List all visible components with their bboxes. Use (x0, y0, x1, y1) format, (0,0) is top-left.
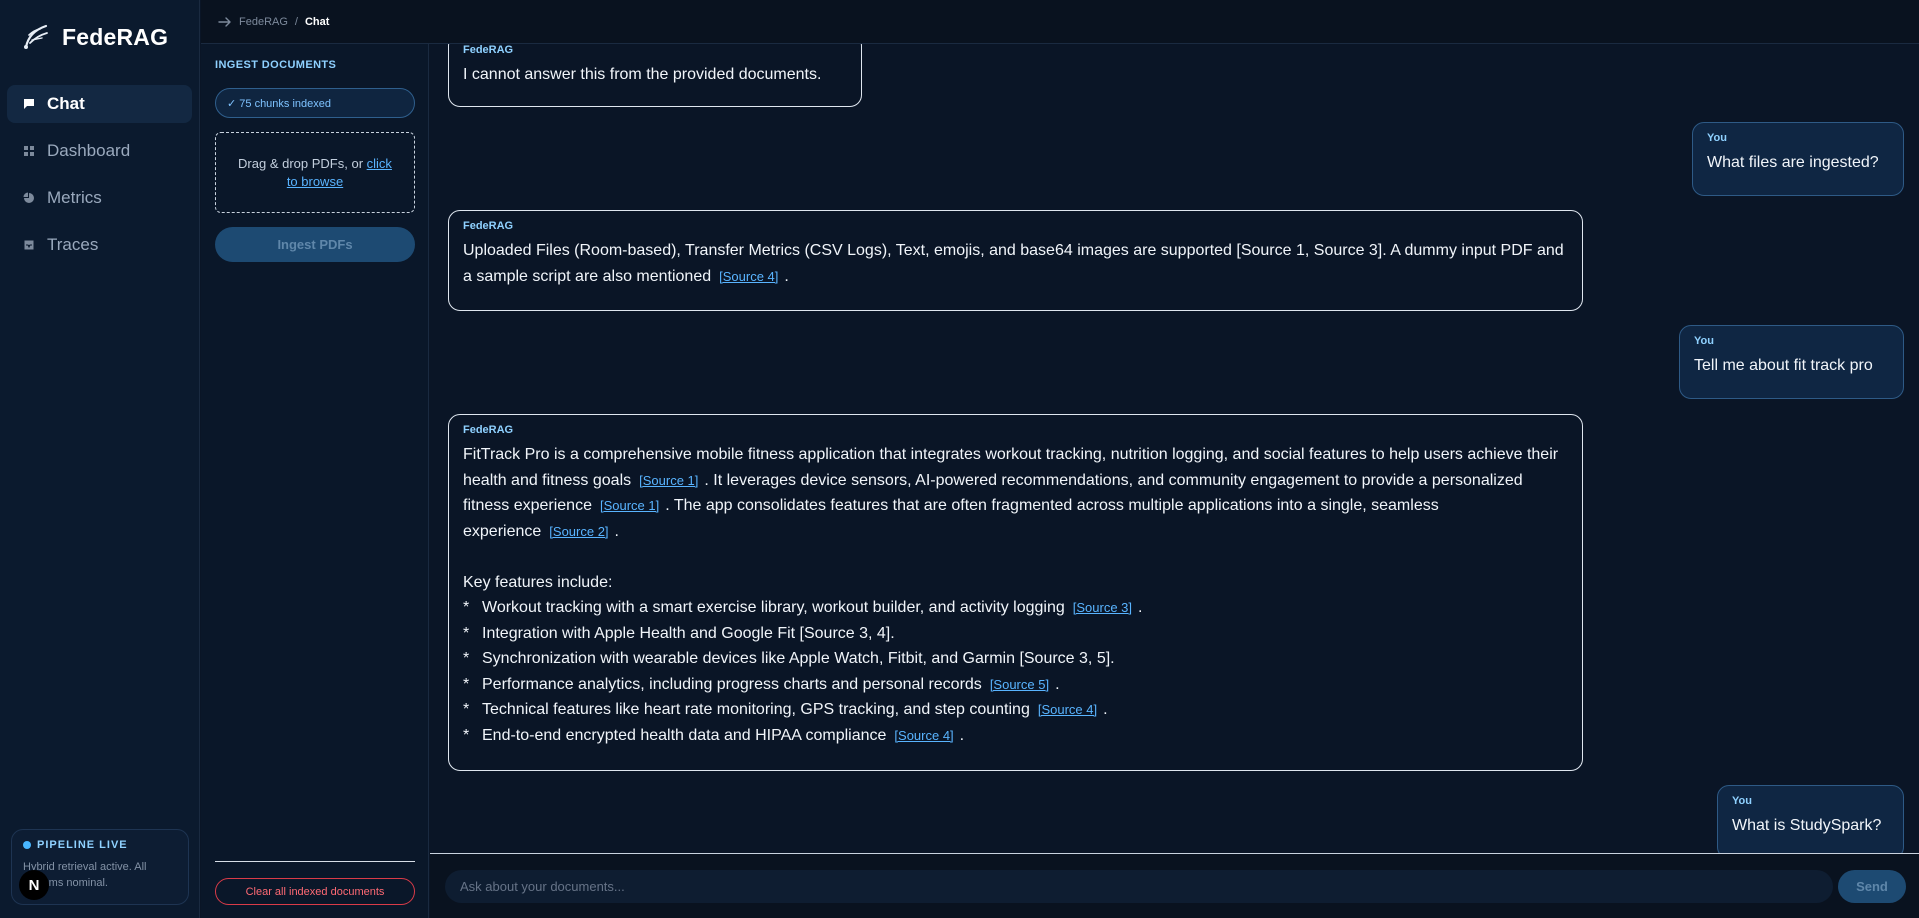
breadcrumb-separator: / (294, 15, 298, 28)
sidebar: FedeRAG Chat Dashboard Metrics Traces PI… (0, 0, 200, 918)
source-citation-link[interactable]: [Source 3] (1065, 600, 1138, 615)
list-item: * Workout tracking with a smart exercise … (463, 595, 1568, 621)
chat-input[interactable] (445, 870, 1833, 903)
list-item: * Technical features like heart rate moni… (463, 697, 1568, 723)
list-item: * End-to-end encrypted health data and HI… (463, 723, 1568, 749)
list-item-text: End-to-end encrypted health data and HIP… (482, 726, 887, 744)
source-citation-link[interactable]: [Source 4] (1030, 702, 1103, 717)
message-text: What files are ingested? (1707, 154, 1879, 171)
message-text: Uploaded Files (Room-based), Transfer Me… (463, 238, 1568, 289)
pipeline-status-title: PIPELINE LIVE (23, 839, 177, 851)
message-text-segment: . (784, 267, 789, 285)
list-item: * Performance analytics, including progre… (463, 672, 1568, 698)
pie-chart-icon (21, 190, 37, 206)
nav-item-label: Traces (47, 235, 99, 254)
arrow-right-icon[interactable] (218, 15, 232, 29)
assistant-message: FedeRAG Uploaded Files (Room-based), Tra… (448, 210, 1583, 311)
pipeline-title-text: PIPELINE LIVE (37, 839, 128, 851)
key-features-heading: Key features include: (463, 573, 613, 591)
source-citation-link[interactable]: [Source 4] (886, 728, 959, 743)
source-citation-link[interactable]: [Source 4] (711, 269, 784, 284)
source-citation-link[interactable]: [Source 2] (541, 524, 614, 539)
breadcrumb-current: Chat (304, 15, 330, 28)
list-item-text: Technical features like heart rate monit… (482, 701, 1030, 718)
user-message: You What is StudySpark? (1717, 785, 1904, 853)
nav-item-label: Metrics (47, 188, 102, 207)
message-speaker: FedeRAG (463, 220, 514, 232)
divider (215, 861, 415, 862)
bullet-marker: * (463, 650, 470, 667)
message-speaker: You (1732, 795, 1752, 807)
dropzone-text: Drag & drop PDFs, or click to browse (234, 155, 396, 191)
clear-documents-button[interactable]: Clear all indexed documents (215, 878, 415, 905)
list-item-content: End-to-end encrypted health data and HIP… (482, 723, 964, 749)
message-speaker: You (1707, 132, 1727, 144)
bullet-marker: * (463, 624, 470, 642)
list-item: * Synchronization with wearable devices l… (463, 646, 1568, 672)
list-item-content: Performance analytics, including progres… (482, 672, 1060, 698)
message-text-segment: . (614, 522, 619, 540)
message-text: Tell me about fit track pro (1694, 357, 1873, 374)
bullet-marker: * (463, 675, 470, 693)
message-text: I cannot answer this from the provided d… (463, 66, 822, 83)
assistant-message: FedeRAG FitTrack Pro is a comprehensive … (448, 414, 1583, 771)
message-speaker: FedeRAG (463, 44, 514, 56)
chat-thread[interactable]: FedeRAG I cannot answer this from the pr… (430, 44, 1919, 853)
bullet-marker: * (463, 599, 470, 616)
list-item-text: Integration with Apple Health and Google… (482, 624, 895, 642)
user-message: You Tell me about fit track pro (1679, 325, 1904, 399)
source-citation-link[interactable]: [Source 1] (592, 498, 665, 513)
nav-item-metrics[interactable]: Metrics (7, 179, 192, 217)
list-item-text: Performance analytics, including progres… (482, 675, 982, 693)
brand-name: FedeRAG (62, 23, 169, 50)
main-nav: Chat Dashboard Metrics Traces (7, 85, 192, 273)
list-item-text: Synchronization with wearable devices li… (482, 650, 1115, 667)
source-citation-link[interactable]: [Source 1] (631, 473, 704, 488)
send-button[interactable]: Send (1838, 870, 1906, 903)
pdf-dropzone[interactable]: Drag & drop PDFs, or click to browse (215, 132, 415, 213)
message-speaker: You (1694, 335, 1714, 347)
chunks-indexed-badge: ✓ 75 chunks indexed (215, 88, 415, 118)
message-text: FitTrack Pro is a comprehensive mobile f… (463, 442, 1568, 748)
source-citation-link[interactable]: [Source 5] (982, 677, 1055, 692)
list-item-tail: . (959, 726, 965, 744)
breadcrumb: FedeRAG / Chat (201, 0, 1919, 44)
logo-icon (24, 24, 48, 49)
message-speaker: FedeRAG (463, 424, 514, 436)
assistant-message: FedeRAG I cannot answer this from the pr… (448, 44, 862, 107)
bullet-marker: * (463, 726, 470, 744)
ingest-pdfs-button[interactable]: Ingest PDFs (215, 227, 415, 262)
nav-item-traces[interactable]: Traces (7, 226, 192, 264)
list-item-tail: . (1138, 599, 1143, 616)
message-text: What is StudySpark? (1732, 817, 1882, 834)
list-item-content: Technical features like heart rate monit… (482, 697, 1108, 723)
list-item-text: Workout tracking with a smart exercise l… (482, 599, 1065, 616)
avatar[interactable]: N (19, 870, 49, 900)
brand[interactable]: FedeRAG (20, 20, 168, 54)
message-text-segment: Uploaded Files (Room-based), Transfer Me… (463, 242, 1564, 285)
list-item-content: Workout tracking with a smart exercise l… (482, 595, 1142, 621)
ingest-title: INGEST DOCUMENTS (215, 59, 337, 71)
user-message: You What files are ingested? (1692, 122, 1904, 196)
breadcrumb-root[interactable]: FedeRAG (239, 16, 288, 28)
message-paragraph: FitTrack Pro is a comprehensive mobile f… (463, 442, 1568, 544)
tray-icon (21, 237, 37, 253)
nav-item-chat[interactable]: Chat (7, 85, 192, 123)
composer: Send (430, 853, 1919, 918)
nav-item-dashboard[interactable]: Dashboard (7, 132, 192, 170)
grid-icon (21, 143, 37, 159)
nav-item-label: Dashboard (47, 141, 131, 160)
list-item: * Integration with Apple Health and Googl… (463, 621, 1568, 647)
status-dot-icon (23, 841, 31, 849)
list-item-tail: . (1103, 701, 1108, 718)
list-item-tail: . (1055, 675, 1060, 693)
bullet-marker: * (463, 701, 470, 718)
chat-bubble-icon (21, 96, 37, 112)
dropzone-label: Drag & drop PDFs, or (238, 155, 367, 171)
nav-item-label: Chat (47, 94, 85, 113)
ingest-panel: INGEST DOCUMENTS ✓ 75 chunks indexed Dra… (201, 44, 429, 918)
